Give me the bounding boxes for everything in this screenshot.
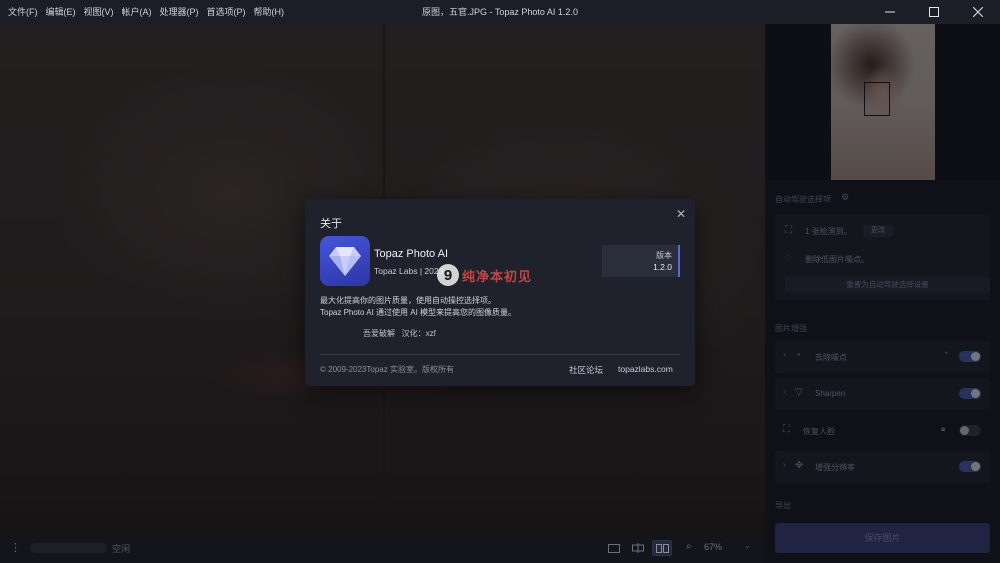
- description-line-1: 最大化提高你的图片质量，使用自动操控选择项。: [320, 296, 496, 305]
- dialog-title: 关于: [320, 218, 342, 230]
- window-controls: [868, 0, 1000, 24]
- community-forum-link[interactable]: 社区论坛: [569, 364, 603, 376]
- close-icon: [973, 7, 983, 17]
- app-name: Topaz Photo AI: [374, 248, 448, 260]
- credit-text: 吾爱破解 汉化：xzf: [363, 329, 436, 338]
- menu-processor[interactable]: 处理器(P): [156, 0, 203, 24]
- maximize-button[interactable]: [912, 0, 956, 24]
- menu-account[interactable]: 帐户(A): [118, 0, 156, 24]
- close-button[interactable]: [956, 0, 1000, 24]
- watermark: 9 纯净本初见: [437, 264, 532, 286]
- dialog-divider: [320, 354, 680, 355]
- title-bar: 文件(F) 编辑(E) 视图(V) 帐户(A) 处理器(P) 首选项(P) 帮助…: [0, 0, 1000, 24]
- version-value: 1.2.0: [653, 262, 672, 272]
- menu-file[interactable]: 文件(F): [4, 0, 42, 24]
- watermark-text: 纯净本初见: [462, 268, 533, 284]
- website-link[interactable]: topazlabs.com: [618, 364, 673, 374]
- version-box: 版本 1.2.0: [602, 245, 680, 277]
- diamond-icon: [329, 247, 361, 276]
- menu-preferences[interactable]: 首选项(P): [203, 0, 250, 24]
- menu-bar: 文件(F) 编辑(E) 视图(V) 帐户(A) 处理器(P) 首选项(P) 帮助…: [0, 0, 288, 24]
- minimize-icon: [885, 11, 895, 13]
- watermark-logo: 9: [437, 264, 459, 286]
- menu-help[interactable]: 帮助(H): [250, 0, 289, 24]
- version-label: 版本: [656, 251, 672, 260]
- app-company: Topaz Labs | 2023: [374, 266, 444, 276]
- maximize-icon: [929, 7, 939, 17]
- menu-view[interactable]: 视图(V): [80, 0, 118, 24]
- close-icon[interactable]: ✕: [676, 207, 686, 221]
- about-dialog: 关于 ✕ Topaz Photo AI Topaz Labs | 2023 9 …: [305, 199, 695, 386]
- minimize-button[interactable]: [868, 0, 912, 24]
- app-logo: [320, 236, 370, 286]
- menu-edit[interactable]: 编辑(E): [42, 0, 80, 24]
- copyright-text: © 2009-2023Topaz 实验室。版权所有: [320, 365, 454, 374]
- description-line-2: Topaz Photo AI 通过使用 AI 模型来提高您的图像质量。: [320, 308, 517, 317]
